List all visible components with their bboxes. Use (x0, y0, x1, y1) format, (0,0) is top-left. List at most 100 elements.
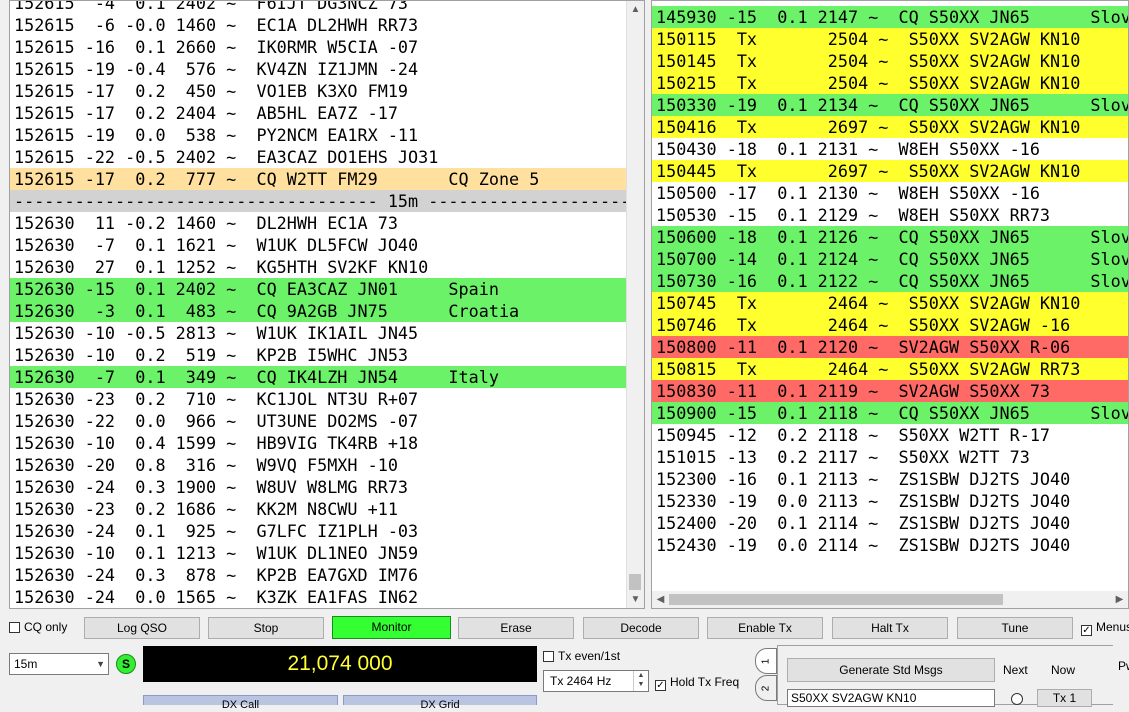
log-qso-button[interactable]: Log QSO (84, 617, 200, 639)
decode-row[interactable]: 152630 -24 0.0 1565 ~ K3ZK EA1FAS IN62 (10, 586, 626, 608)
pwr-label: Pwr (1118, 659, 1129, 673)
decode-row[interactable]: 150700 -14 0.1 2124 ~ CQ S50XX JN65 Slov… (652, 248, 1128, 270)
s-status-indicator: S (116, 654, 136, 674)
decode-row[interactable]: 152630 -15 0.1 2402 ~ CQ EA3CAZ JN01 Spa… (10, 278, 626, 300)
decode-row[interactable]: 150800 -11 0.1 2120 ~ SV2AGW S50XX R-06 (652, 336, 1128, 358)
band-select[interactable]: 15m ▼ (9, 653, 109, 675)
decode-row[interactable]: 150746 Tx 2464 ~ S50XX SV2AGW -16 (652, 314, 1128, 336)
checkbox-box-icon (543, 651, 554, 662)
decode-row[interactable]: 152630 -24 0.1 925 ~ G7LFC IZ1PLH -03 (10, 520, 626, 542)
decode-row[interactable]: 152630 -10 0.1 1213 ~ W1UK DL1NEO JN59 (10, 542, 626, 564)
decode-row[interactable]: 150815 Tx 2464 ~ S50XX SV2AGW RR73 (652, 358, 1128, 380)
decode-row[interactable]: 152630 -23 0.2 710 ~ KC1JOL NT3U R+07 (10, 388, 626, 410)
decode-row[interactable]: 152615 -22 -0.5 2402 ~ EA3CAZ DO1EHS JO3… (10, 146, 626, 168)
decode-row[interactable]: 150430 -18 0.1 2131 ~ W8EH S50XX -16 (652, 138, 1128, 160)
dx-grid-header[interactable]: DX Grid (343, 695, 537, 711)
tx1-next-radio[interactable] (1011, 693, 1023, 705)
decode-row[interactable]: 152330 -19 0.0 2113 ~ ZS1SBW DJ2TS JO40 (652, 490, 1128, 512)
decode-row[interactable]: 152430 -19 0.0 2114 ~ ZS1SBW DJ2TS JO40 (652, 534, 1128, 556)
scroll-up-icon[interactable]: ▲ (627, 1, 644, 18)
decode-row[interactable]: 152630 -10 0.4 1599 ~ HB9VIG TK4RB +18 (10, 432, 626, 454)
rx-frequency-pane[interactable]: 145930 -15 0.1 2147 ~ CQ S50XX JN65 Slov… (651, 0, 1129, 609)
decode-row[interactable]: 152630 -22 0.0 966 ~ UT3UNE DO2MS -07 (10, 410, 626, 432)
enable-tx-button[interactable]: Enable Tx (707, 617, 823, 639)
decode-row[interactable]: 150445 Tx 2697 ~ S50XX SV2AGW KN10 (652, 160, 1128, 182)
tab-1[interactable]: 1 (755, 648, 777, 674)
decode-row[interactable]: 152615 -17 0.2 2404 ~ AB5HL EA7Z -17 (10, 102, 626, 124)
decode-row[interactable]: 152630 -10 -0.5 2813 ~ W1UK IK1AIL JN45 (10, 322, 626, 344)
decode-row[interactable]: 152615 -19 0.0 538 ~ PY2NCM EA1RX -11 (10, 124, 626, 146)
stop-button[interactable]: Stop (208, 617, 324, 639)
band-activity-pane[interactable]: 152615 -4 0.1 2402 ~ F6IJT DG3NCZ 73 1526… (9, 0, 645, 609)
decode-row[interactable]: 152630 -10 0.2 519 ~ KP2B I5WHC JN53 (10, 344, 626, 366)
hscroll-thumb[interactable] (669, 594, 1003, 605)
menus-checkbox[interactable]: ✓ Menus (1081, 619, 1129, 636)
cq-only-label: CQ only (24, 620, 68, 634)
tx1-message-input[interactable]: S50XX SV2AGW KN10 (787, 689, 995, 707)
decode-row[interactable]: 152630 -24 0.3 878 ~ KP2B EA7GXD IM76 (10, 564, 626, 586)
decode-row[interactable]: 152615 -17 0.2 450 ~ VO1EB K3XO FM19 (10, 80, 626, 102)
dx-grid-label: DX Grid (420, 699, 460, 711)
decode-row[interactable]: 150416 Tx 2697 ~ S50XX SV2AGW KN10 (652, 116, 1128, 138)
decode-row[interactable]: 150145 Tx 2504 ~ S50XX SV2AGW KN10 (652, 50, 1128, 72)
decode-row[interactable]: 152615 -4 0.1 2402 ~ F6IJT DG3NCZ 73 (10, 1, 626, 14)
decode-row[interactable]: 152630 -20 0.8 316 ~ W9VQ F5MXH -10 (10, 454, 626, 476)
band-activity-scrollbar[interactable]: ▲ ▼ (626, 1, 644, 608)
decode-row[interactable]: 150115 Tx 2504 ~ S50XX SV2AGW KN10 (652, 28, 1128, 50)
band-separator-row[interactable]: ------------------------------------ 15m… (10, 190, 626, 212)
tx-even-label: Tx even/1st (558, 649, 621, 663)
erase-button[interactable]: Erase (458, 617, 574, 639)
decode-row[interactable]: 150900 -15 0.1 2118 ~ CQ S50XX JN65 Slov… (652, 402, 1128, 424)
tune-button[interactable]: Tune (957, 617, 1073, 639)
generate-std-msgs-button[interactable]: Generate Std Msgs (787, 658, 995, 682)
decode-row[interactable]: 150215 Tx 2504 ~ S50XX SV2AGW KN10 (652, 72, 1128, 94)
decode-row[interactable]: 152630 27 0.1 1252 ~ KG5HTH SV2KF KN10 (10, 256, 626, 278)
checkbox-box-icon (9, 622, 20, 633)
tx1-now-button[interactable]: Tx 1 (1037, 689, 1092, 707)
scroll-right-icon[interactable]: ▶ (1111, 591, 1128, 608)
decode-row[interactable]: 145930 -15 0.1 2147 ~ CQ S50XX JN65 Slov… (652, 6, 1128, 28)
halt-tx-button[interactable]: Halt Tx (832, 617, 948, 639)
decode-row[interactable]: 150945 -12 0.2 2118 ~ S50XX W2TT R-17 (652, 424, 1128, 446)
rx-frequency-list: 145930 -15 0.1 2147 ~ CQ S50XX JN65 Slov… (652, 6, 1128, 556)
scroll-thumb[interactable] (629, 574, 641, 590)
decode-row[interactable]: 150500 -17 0.1 2130 ~ W8EH S50XX -16 (652, 182, 1128, 204)
decode-row[interactable]: 150600 -18 0.1 2126 ~ CQ S50XX JN65 Slov… (652, 226, 1128, 248)
decode-row[interactable]: 152630 -7 0.1 349 ~ CQ IK4LZH JN54 Italy (10, 366, 626, 388)
cq-only-checkbox[interactable]: CQ only (9, 619, 67, 635)
decode-row[interactable]: 152630 -7 0.1 1621 ~ W1UK DL5FCW JO40 (10, 234, 626, 256)
checkmark-icon: ✓ (655, 680, 666, 691)
tx-frequency-spinbox[interactable]: Tx 2464 Hz ▲ ▼ (543, 670, 649, 692)
decode-row[interactable]: 150530 -15 0.1 2129 ~ W8EH S50XX RR73 (652, 204, 1128, 226)
tx-frequency-value: Tx 2464 Hz (550, 674, 612, 688)
next-label: Next (1003, 663, 1028, 677)
decode-row[interactable]: 152630 -23 0.2 1686 ~ KK2M N8CWU +11 (10, 498, 626, 520)
decode-row[interactable]: 152615 -16 0.1 2660 ~ IK0RMR W5CIA -07 (10, 36, 626, 58)
decode-row[interactable]: 152615 -6 -0.0 1460 ~ EC1A DL2HWH RR73 (10, 14, 626, 36)
decode-row[interactable]: 150330 -19 0.1 2134 ~ CQ S50XX JN65 Slov… (652, 94, 1128, 116)
decode-row[interactable]: 150730 -16 0.1 2122 ~ CQ S50XX JN65 Slov… (652, 270, 1128, 292)
decode-row[interactable]: 151015 -13 0.2 2117 ~ S50XX W2TT 73 (652, 446, 1128, 468)
monitor-button[interactable]: Monitor (332, 616, 451, 639)
tx-even-checkbox[interactable]: Tx even/1st (543, 648, 620, 664)
decode-row[interactable]: 152630 -3 0.1 483 ~ CQ 9A2GB JN75 Croati… (10, 300, 626, 322)
hold-tx-freq-checkbox[interactable]: ✓ Hold Tx Freq (655, 674, 740, 691)
now-label: Now (1051, 663, 1076, 677)
decode-row[interactable]: 150830 -11 0.1 2119 ~ SV2AGW S50XX 73 (652, 380, 1128, 402)
decode-row[interactable]: 152630 11 -0.2 1460 ~ DL2HWH EC1A 73 (10, 212, 626, 234)
dx-call-header[interactable]: DX Call (143, 695, 338, 711)
scroll-down-icon[interactable]: ▼ (627, 591, 644, 608)
decode-row[interactable]: 152300 -16 0.1 2113 ~ ZS1SBW DJ2TS JO40 (652, 468, 1128, 490)
decode-row[interactable]: 150745 Tx 2464 ~ S50XX SV2AGW KN10 (652, 292, 1128, 314)
decode-row[interactable]: 152630 -24 0.3 1900 ~ W8UV W8LMG RR73 (10, 476, 626, 498)
tab-2[interactable]: 2 (755, 675, 777, 701)
decode-row[interactable]: 152615 -17 0.2 777 ~ CQ W2TT FM29 CQ Zon… (10, 168, 626, 190)
rx-frequency-hscrollbar[interactable]: ◀ ▶ (652, 591, 1128, 608)
scroll-left-icon[interactable]: ◀ (652, 591, 669, 608)
menus-label: Menus (1096, 620, 1129, 634)
decode-row[interactable]: 152615 -19 -0.4 576 ~ KV4ZN IZ1JMN -24 (10, 58, 626, 80)
hold-tx-freq-label: Hold Tx Freq (670, 675, 740, 689)
spin-arrows-icon[interactable]: ▲ ▼ (633, 671, 648, 691)
decode-button[interactable]: Decode (583, 617, 699, 639)
decode-row[interactable]: 152400 -20 0.1 2114 ~ ZS1SBW DJ2TS JO40 (652, 512, 1128, 534)
